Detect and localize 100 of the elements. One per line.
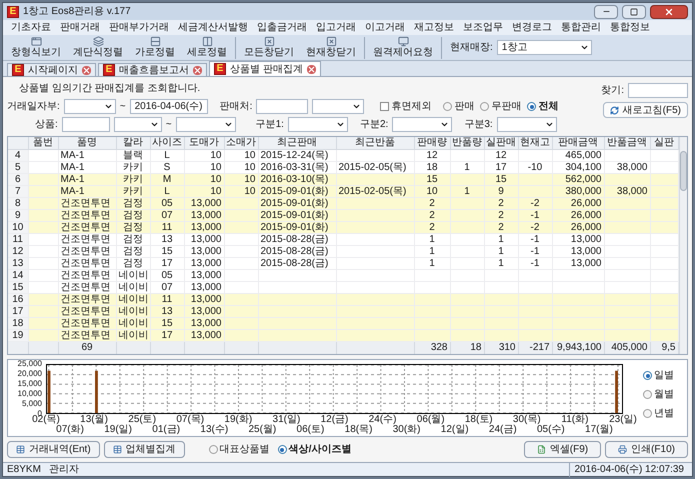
- category-dropdown[interactable]: [392, 117, 452, 132]
- toolbar-button[interactable]: 모든창닫기: [240, 36, 298, 59]
- radio-button[interactable]: [643, 390, 652, 399]
- column-header[interactable]: 소매가: [224, 137, 258, 149]
- category-dropdown[interactable]: [496, 117, 557, 132]
- table-row[interactable]: 8 건조면투면 검정 05 13,000 2015-09-01(화) 2 2 -2 26,000: [8, 197, 678, 209]
- column-header[interactable]: 반품량: [450, 137, 484, 149]
- menu-item[interactable]: 통합관리: [561, 20, 601, 35]
- column-header[interactable]: 현재고: [518, 137, 552, 149]
- toolbar-button[interactable]: 계단식정렬: [69, 36, 127, 59]
- vendor-field[interactable]: [256, 99, 308, 114]
- table-row[interactable]: 7 MA-1 카키 L 10 10 2015-09-01(화) 2015-02-05(목) 10 1 9 380,000 38,000: [8, 185, 678, 197]
- toolbar-button[interactable]: 현재창닫기: [302, 36, 360, 59]
- menu-item[interactable]: 기초자료: [11, 20, 51, 35]
- radio-button[interactable]: [443, 102, 452, 111]
- table-cell: 10: [224, 185, 258, 197]
- table-row[interactable]: 15 건조면투면 네이비 07 13,000: [8, 281, 678, 293]
- radio-button[interactable]: [527, 102, 536, 111]
- action-button[interactable]: 인쇄(F10): [605, 441, 688, 458]
- date-from-dropdown[interactable]: [64, 99, 116, 114]
- menu-item[interactable]: 재고정보: [414, 20, 454, 35]
- column-header[interactable]: 실판매: [484, 137, 518, 149]
- column-header[interactable]: 최근반품: [336, 137, 414, 149]
- product-to-dropdown[interactable]: [176, 117, 236, 132]
- table-row[interactable]: 18 건조면투면 네이비 15 13,000: [8, 317, 678, 329]
- table-row[interactable]: 14 건조면투면 네이비 05 13,000: [8, 269, 678, 281]
- table-cell: [450, 149, 484, 161]
- maximize-button[interactable]: [622, 4, 646, 18]
- category-dropdown[interactable]: [288, 117, 348, 132]
- toolbar-button[interactable]: 원격제어요청: [369, 36, 437, 59]
- menu-item[interactable]: 입고거래: [316, 20, 356, 35]
- x-tick-label: 25(월): [248, 425, 276, 435]
- column-header[interactable]: 판매량: [414, 137, 450, 149]
- table-row[interactable]: 4 MA-1 블랙 L 10 10 2015-12-24(목) 12 12 465,000: [8, 149, 678, 161]
- row-header: 8: [8, 197, 28, 209]
- action-button[interactable]: 업체별집계: [104, 441, 185, 458]
- close-button[interactable]: [650, 4, 688, 18]
- menu-item[interactable]: 판매거래: [60, 20, 100, 35]
- menu-item[interactable]: 통합정보: [610, 20, 650, 35]
- vendor-dropdown[interactable]: [312, 99, 364, 114]
- date-to-dropdown[interactable]: 2016-04-06(수): [130, 99, 208, 114]
- table-row[interactable]: 12 건조면투면 검정 15 13,000 2015-08-28(금) 1 1 -1 13,000: [8, 245, 678, 257]
- table-row[interactable]: 19 건조면투면 네이비 17 13,000: [8, 329, 678, 341]
- radio-button[interactable]: [643, 409, 652, 418]
- column-header[interactable]: 판매금액: [552, 137, 604, 149]
- column-header[interactable]: 품명: [58, 137, 116, 149]
- menu-item[interactable]: 판매부가거래: [109, 20, 169, 35]
- product-field[interactable]: [62, 117, 110, 132]
- table-row[interactable]: 9 건조면투면 검정 07 13,000 2015-09-01(화) 2 2 -1 26,000: [8, 209, 678, 221]
- close-tab-icon[interactable]: [193, 66, 202, 74]
- close-tab-icon[interactable]: [82, 66, 91, 74]
- table-cell: L: [150, 149, 184, 161]
- table-row[interactable]: 17 건조면투면 네이비 13 13,000: [8, 305, 678, 317]
- column-header[interactable]: 도매가: [184, 137, 224, 149]
- radio-button[interactable]: [643, 371, 652, 380]
- menu-item[interactable]: 입출금거래: [257, 20, 307, 35]
- action-button[interactable]: 엑셀(F9): [524, 441, 602, 458]
- document-tab[interactable]: E 매출흐름보고서: [98, 63, 207, 76]
- menu-item[interactable]: 세금계산서발행: [178, 20, 248, 35]
- table-cell: -2: [518, 197, 552, 209]
- refresh-button[interactable]: 새로고침(F5): [602, 102, 688, 118]
- table-cell: [224, 209, 258, 221]
- toolbar-button[interactable]: 세로정렬: [183, 36, 231, 59]
- table-cell: [28, 209, 58, 221]
- table-row[interactable]: 13 건조면투면 검정 17 13,000 2015-08-28(금) 1 1 -1 13,000: [8, 257, 678, 269]
- table-cell: [604, 293, 650, 305]
- radio-button[interactable]: [480, 102, 490, 111]
- action-button[interactable]: 거래내역(Ent): [7, 441, 100, 458]
- menu-item[interactable]: 보조업무: [463, 20, 503, 35]
- search-field[interactable]: [628, 83, 688, 98]
- column-header[interactable]: 실판: [650, 137, 678, 149]
- table-row[interactable]: 11 건조면투면 검정 13 13,000 2015-08-28(금) 1 1 -1 13,000: [8, 233, 678, 245]
- document-tab[interactable]: E 시작페이지: [7, 63, 96, 76]
- table-cell: 13,000: [184, 257, 224, 269]
- radio-button[interactable]: [278, 445, 287, 454]
- product-from-dropdown[interactable]: [114, 117, 162, 132]
- table-cell: [224, 197, 258, 209]
- store-dropdown[interactable]: 1창고: [496, 40, 592, 55]
- radio-button[interactable]: [208, 445, 218, 454]
- table-row[interactable]: 16 건조면투면 네이비 11 13,000: [8, 293, 678, 305]
- column-header[interactable]: 칼라: [116, 137, 150, 149]
- table-row[interactable]: 5 MA-1 카키 S 10 10 2016-03-31(목) 2015-02-05(목) 18 1 17 -10 304,100 38,000: [8, 161, 678, 173]
- table-row[interactable]: 6 MA-1 카키 M 10 10 2016-03-10(목) 15 15 562,000: [8, 173, 678, 185]
- close-tab-icon[interactable]: [306, 64, 316, 74]
- toolbar-button[interactable]: 창형식보기: [7, 36, 65, 59]
- table-cell: 17: [484, 161, 518, 173]
- table-cell: 2015-08-28(금): [258, 257, 336, 269]
- field-label: 상품:: [35, 118, 58, 132]
- column-header[interactable]: 반품금액: [604, 137, 650, 149]
- x-tick-label: 11(화): [561, 415, 588, 425]
- checkbox[interactable]: [380, 102, 390, 111]
- row-header: 17: [8, 305, 28, 317]
- table-row[interactable]: 10 건조면투면 검정 11 13,000 2015-09-01(화) 2 2 -2 26,000: [8, 221, 678, 233]
- column-header[interactable]: 품번: [28, 137, 58, 149]
- document-tab[interactable]: E 상품별 판매집계: [209, 61, 321, 76]
- column-header[interactable]: 사이즈: [150, 137, 184, 149]
- column-header[interactable]: 최근판매: [258, 137, 336, 149]
- menu-item[interactable]: 이고거래: [365, 20, 405, 35]
- menu-item[interactable]: 변경로그: [512, 20, 552, 35]
- toolbar-button[interactable]: 가로정렬: [131, 36, 179, 59]
